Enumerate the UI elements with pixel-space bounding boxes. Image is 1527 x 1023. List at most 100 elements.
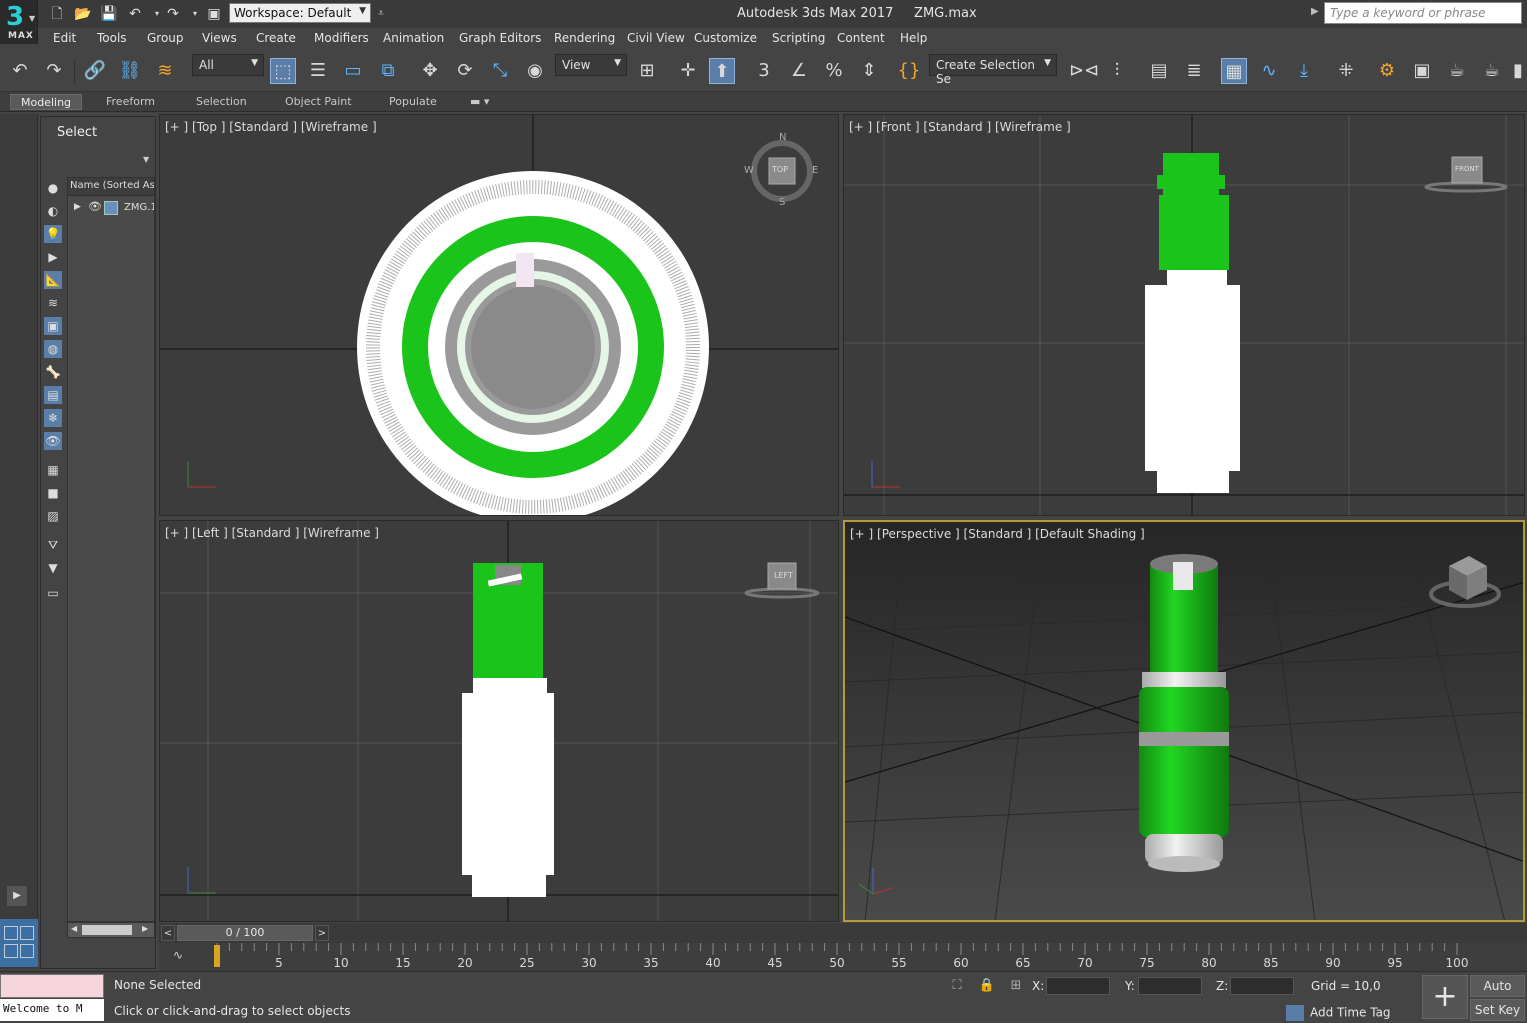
scale-icon[interactable]: ⤡ [487,58,513,84]
auto-key-button[interactable]: Auto Key [1470,975,1525,1013]
search-input[interactable]: Type a keyword or phrase [1324,2,1522,24]
filter-funnel-icon[interactable]: ⛛ [44,536,62,554]
xref-filter-icon[interactable]: ◍ [44,340,62,358]
menu-edit[interactable]: Edit [53,31,76,45]
tab-object-paint[interactable]: Object Paint [275,94,362,110]
hidden-filter-icon[interactable]: 👁 [44,432,62,450]
select-manipulate-icon[interactable]: ✛ [675,58,701,84]
viewport-perspective[interactable]: [+ ] [Perspective ] [Standard ] [Default… [843,520,1525,922]
menu-views[interactable]: Views [202,31,237,45]
new-file-icon[interactable]: 🗋 [48,5,66,23]
funnel-icon[interactable]: ▼ [44,559,62,577]
menu-modifiers[interactable]: Modifiers [314,31,369,45]
group-filter-icon[interactable]: ▣ [44,317,62,335]
window-crossing-icon[interactable]: ⧉ [375,58,401,84]
viewport-label[interactable]: [+ ] [Left ] [Standard ] [Wireframe ] [165,526,379,540]
maxscript-listener-input[interactable] [0,974,104,998]
viewport-label[interactable]: [+ ] [Top ] [Standard ] [Wireframe ] [165,120,377,134]
select-object-icon[interactable]: ⬚ [270,58,296,84]
menu-help[interactable]: Help [900,31,927,45]
chevron-right-icon[interactable]: ▶ [1311,6,1319,17]
keyboard-shortcut-override-icon[interactable]: ⬆ [709,58,735,84]
select-by-name-icon[interactable]: ☰ [305,58,331,84]
ribbon-options-icon[interactable]: ▬ ▾ [460,94,499,110]
angle-snap-icon[interactable]: ∠ [786,58,812,84]
menu-scripting[interactable]: Scripting [772,31,825,45]
y-coordinate-field[interactable] [1138,977,1202,995]
menu-rendering[interactable]: Rendering [554,31,615,45]
layer-box-icon[interactable]: ▭ [44,584,62,602]
viewport-left[interactable]: [+ ] [Left ] [Standard ] [Wireframe ] LE… [159,520,839,922]
invert-display-icon[interactable]: ▨ [44,507,62,525]
menu-customize[interactable]: Customize [694,31,757,45]
camera-filter-icon[interactable]: ▶ [44,248,62,266]
z-coordinate-field[interactable] [1230,977,1294,995]
reference-coordinate-dropdown[interactable]: View ▼ [555,54,627,76]
viewcube-face-label[interactable]: FRONT [1455,165,1479,173]
rotate-icon[interactable]: ⟳ [452,58,478,84]
viewcube-face-label[interactable]: LEFT [774,571,793,580]
name-column-header[interactable]: Name (Sorted Asc [68,178,154,196]
render-production-icon[interactable]: ☕ [1444,58,1470,84]
expand-triangle-icon[interactable]: ▶ [74,202,81,212]
manage-layers-icon[interactable]: ▤ [1146,58,1172,84]
chevron-right-icon[interactable]: > [315,925,329,941]
menu-content[interactable]: Content [837,31,885,45]
align-icon[interactable]: ⫶ [1104,58,1130,84]
mirror-icon[interactable]: ⊳⊲ [1069,58,1099,84]
scene-explorer-icon[interactable]: ▦ [1221,58,1247,84]
customize-quickaccess-icon[interactable]: ⩡ [372,5,390,23]
undo-icon[interactable]: ↶ [126,5,144,23]
chevron-left-icon[interactable]: ◀ [71,924,77,933]
menu-tools[interactable]: Tools [97,31,127,45]
snaps-toggle-icon[interactable]: 3 [751,58,777,84]
light-filter-icon[interactable]: 💡 [44,225,62,243]
container-filter-icon[interactable]: ▤ [44,386,62,404]
link-icon[interactable]: 🔗 [82,58,108,84]
bone-filter-icon[interactable]: 🦴 [44,363,62,381]
absolute-transform-icon[interactable]: ⊞ [1007,977,1025,995]
unlink-icon[interactable]: ⛓ [117,58,143,84]
menu-civil-view[interactable]: Civil View [627,31,685,45]
render-in-cloud-icon[interactable]: ▮ [1510,58,1526,84]
spacewarp-filter-icon[interactable]: ≋ [44,294,62,312]
chevron-left-icon[interactable]: < [161,925,175,941]
material-editor-icon[interactable]: ⁜ [1333,58,1359,84]
maxscript-listener-output[interactable]: Welcome to M [0,999,104,1021]
helper-filter-icon[interactable]: 📐 [44,271,62,289]
tab-freeform[interactable]: Freeform [96,94,165,110]
menu-graph-editors[interactable]: Graph Editors [459,31,541,45]
horizontal-scrollbar[interactable]: ◀ ▶ [67,922,155,938]
list-item[interactable]: ▶ 👁 ZMG.1 [68,200,154,218]
workspace-dropdown[interactable]: Workspace: Default ▼ [229,3,371,23]
tab-modeling[interactable]: Modeling [10,94,83,110]
undo-icon[interactable]: ↶ [7,58,33,84]
redo-icon[interactable]: ↷ [41,58,67,84]
schematic-view-icon[interactable]: ⤓ [1291,58,1317,84]
time-slider-thumb[interactable]: 0 / 100 [177,925,313,941]
set-keys-button[interactable]: + [1422,975,1468,1019]
menu-animation[interactable]: Animation [383,31,444,45]
add-time-tag-button[interactable]: Add Time Tag [1286,1005,1391,1021]
set-key-button[interactable]: Set Key [1470,999,1525,1021]
lock-selection-icon[interactable]: 🔒 [978,977,996,995]
menu-create[interactable]: Create [256,31,296,45]
viewport-top[interactable]: [+ ] [Top ] [Standard ] [Wireframe ] TOP… [159,114,839,516]
project-folder-icon[interactable]: ▣ [205,5,223,23]
tab-selection[interactable]: Selection [186,94,257,110]
rendered-frame-window-icon[interactable]: ▣ [1409,58,1435,84]
viewport-label[interactable]: [+ ] [Perspective ] [Standard ] [Default… [850,527,1145,541]
place-icon[interactable]: ◉ [522,58,548,84]
display-none-icon[interactable]: ● [44,179,62,197]
curve-editor-icon[interactable]: ∿ [1256,58,1282,84]
geometry-filter-icon[interactable]: ◐ [44,202,62,220]
redo-icon[interactable]: ↷ [164,5,182,23]
edit-named-selection-icon[interactable]: {} [896,58,922,84]
display-all-icon[interactable]: ▦ [44,461,62,479]
chevron-down-icon[interactable]: ▾ [186,5,204,23]
toggle-ribbon-icon[interactable]: ≣ [1181,58,1207,84]
scrollbar-thumb[interactable] [82,925,132,935]
selection-region-icon[interactable]: ▭ [340,58,366,84]
pivot-center-icon[interactable]: ⊞ [634,58,660,84]
named-selection-set-dropdown[interactable]: Create Selection Se ▼ [929,54,1057,86]
